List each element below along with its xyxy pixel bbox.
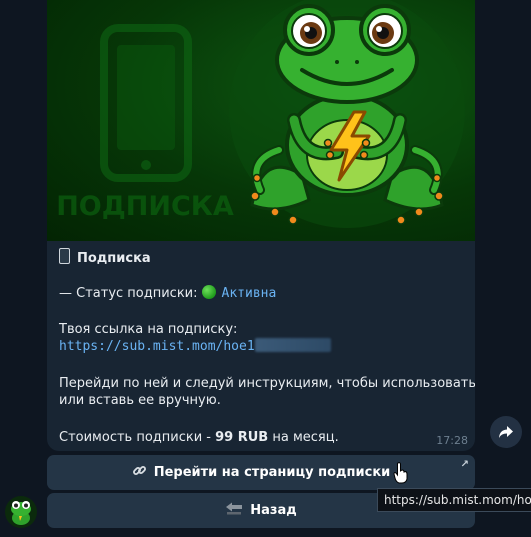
link-tooltip: https://sub.mist.mom/hoe	[377, 488, 531, 512]
green-circle-icon	[201, 285, 216, 299]
status-value: Активна	[221, 286, 277, 301]
price-value: 99 RUB	[215, 430, 269, 445]
phone-icon	[59, 248, 70, 264]
subscription-link[interactable]: https://sub.mist.mom/hoe1	[59, 339, 255, 354]
message-bubble: ПОДПИСКА Подписка — Статус подписки: Акт…	[47, 0, 475, 451]
back-label: Назад	[250, 503, 297, 518]
share-button[interactable]	[490, 416, 522, 448]
external-link-arrow-icon: ↗	[460, 459, 469, 470]
price-suffix: на месяц.	[268, 430, 339, 445]
status-row: — Статус подписки: Активна	[59, 285, 276, 302]
bot-avatar[interactable]	[5, 496, 37, 528]
open-subscription-page-label: Перейти на страницу подписки	[153, 465, 391, 480]
open-subscription-page-button[interactable]: Перейти на страницу подписки ↗	[47, 455, 475, 490]
instruction-line-1: Перейди по ней и следуй инструкциям, что…	[59, 376, 475, 391]
message-title-row: Подписка	[59, 248, 151, 267]
link-icon	[132, 463, 147, 482]
frog-illustration: ПОДПИСКА	[56, 0, 465, 228]
status-label: — Статус подписки:	[59, 286, 198, 301]
message-time: 17:28	[436, 434, 468, 447]
subscription-link-row: https://sub.mist.mom/hoe1	[59, 338, 331, 355]
hero-watermark-text: ПОДПИСКА	[56, 191, 234, 222]
message-title: Подписка	[77, 251, 151, 266]
instruction-line-2: или вставь ее вручную.	[59, 393, 221, 408]
blurred-link-token	[254, 338, 331, 352]
back-arrow-icon	[225, 502, 243, 519]
share-arrow-icon	[499, 426, 513, 438]
subscription-hero-image: ПОДПИСКА	[47, 0, 475, 241]
link-label: Твоя ссылка на подписку:	[59, 322, 238, 337]
price-row: Стоимость подписки - 99 RUB на месяц.	[59, 429, 339, 446]
hand-pointer-icon	[393, 462, 408, 484]
price-prefix: Стоимость подписки -	[59, 430, 216, 445]
